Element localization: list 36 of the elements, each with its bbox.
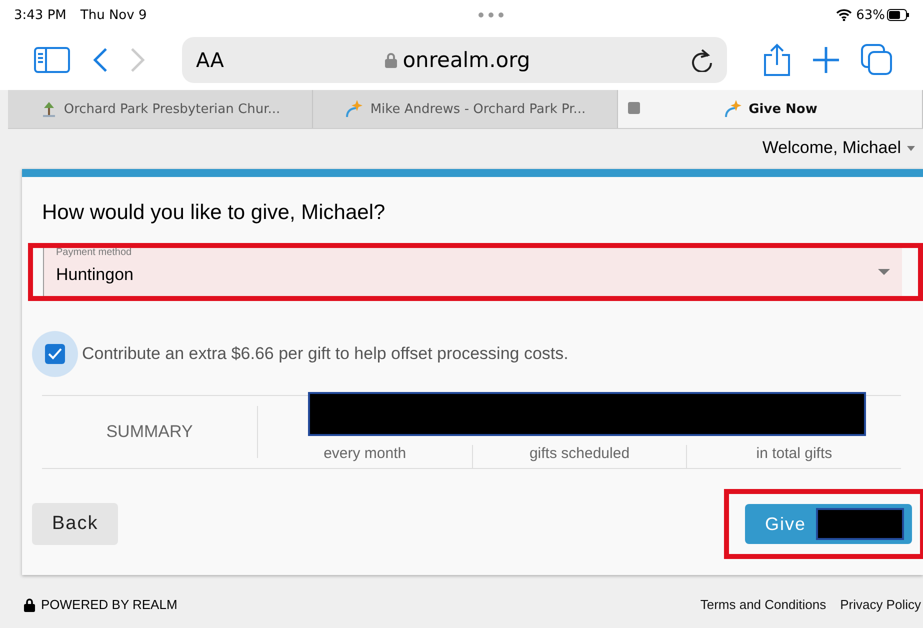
fee-label: Contribute an extra $6.66 per gift to help offset processing costs. <box>82 344 568 364</box>
form-heading: How would you like to give, Michael? <box>42 200 386 226</box>
caret-icon <box>878 269 890 275</box>
caret-icon[interactable] <box>907 146 915 150</box>
browser-tab[interactable]: Orchard Park Presbyterian Chur... <box>8 90 313 128</box>
text-size-button[interactable]: AA <box>196 48 224 72</box>
lock-icon <box>24 598 35 612</box>
back-button[interactable]: Back <box>32 503 118 545</box>
footer-link[interactable]: Terms and Conditions <box>700 597 826 612</box>
address-bar[interactable]: AA onrealm.org <box>182 37 727 83</box>
url-text: onrealm.org <box>402 48 530 72</box>
share-icon[interactable] <box>763 43 791 77</box>
welcome-menu[interactable]: Welcome, Michael <box>762 138 901 158</box>
status-date: Thu Nov 9 <box>80 8 147 22</box>
payment-method-select[interactable]: Payment method Huntingon <box>43 248 902 296</box>
footer-link[interactable]: Privacy Policy <box>840 597 921 612</box>
wifi-icon <box>836 9 852 21</box>
browser-tab[interactable]: Give Now <box>618 90 923 128</box>
fee-checkbox[interactable] <box>32 331 78 377</box>
summary-label: every month <box>258 445 473 468</box>
check-icon <box>48 348 62 360</box>
sparkle-icon <box>344 99 364 119</box>
lock-icon <box>384 52 397 68</box>
powered-by-text: POWERED BY REALM <box>41 597 178 612</box>
battery-percent: 63% <box>856 8 885 22</box>
summary-label: gifts scheduled <box>472 445 688 468</box>
reload-icon[interactable] <box>691 48 713 72</box>
more-dots-icon <box>478 12 504 18</box>
sidebar-icon[interactable] <box>34 47 70 73</box>
status-time: 3:43 PM <box>14 8 66 22</box>
plus-icon[interactable] <box>813 47 839 73</box>
summary-title: SUMMARY <box>42 406 258 458</box>
summary-label: in total gifts <box>755 445 834 464</box>
tabs-overview-icon[interactable] <box>861 44 893 76</box>
sparkle-icon <box>722 99 743 119</box>
battery-icon <box>887 9 909 21</box>
